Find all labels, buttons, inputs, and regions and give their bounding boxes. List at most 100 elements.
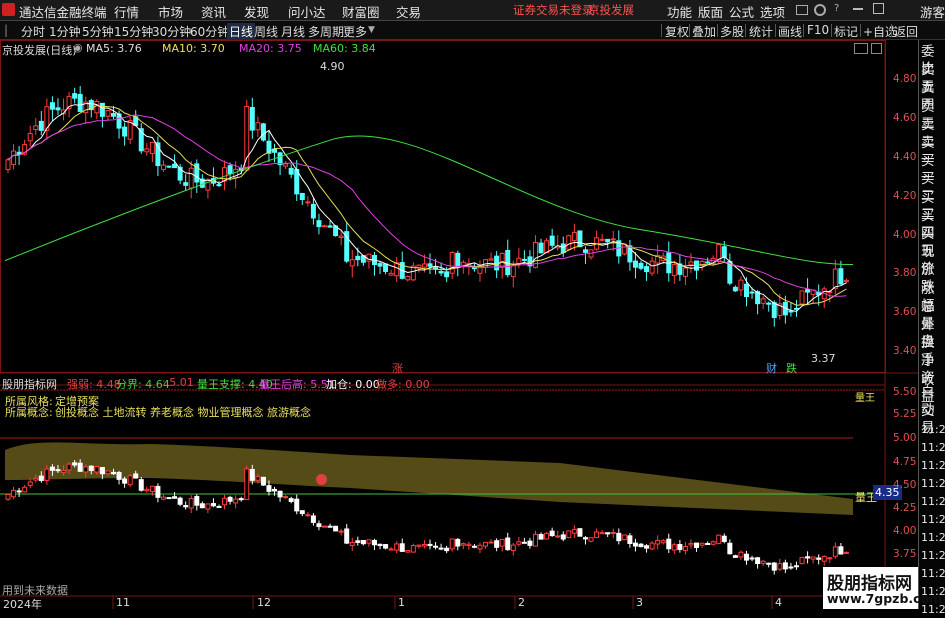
candle-body xyxy=(327,225,333,228)
tick-time: 11:29 xyxy=(921,495,945,508)
candle-body xyxy=(277,152,283,166)
ind-candle-body xyxy=(72,462,78,466)
candle-body xyxy=(322,225,327,228)
period-month[interactable]: 月线 xyxy=(281,23,305,40)
ind-y-tick: 5.00 xyxy=(893,432,917,444)
ind-candle-body xyxy=(416,544,422,547)
period-1min[interactable]: 1分钟 xyxy=(49,23,81,40)
x-label: 2 xyxy=(518,596,525,609)
ind-qiangruo: 强弱: 4.48 xyxy=(67,378,121,391)
ind-candle-body xyxy=(471,545,477,548)
ind-candle-body xyxy=(810,556,816,560)
refresh-icon[interactable] xyxy=(814,4,826,16)
ind-candle-body xyxy=(216,505,222,508)
menu-banmian[interactable]: 版面 xyxy=(698,2,723,21)
ind-candle-body xyxy=(138,479,144,491)
menu-faxian[interactable]: 发现 xyxy=(244,2,269,21)
ind-candle-body xyxy=(299,510,305,515)
ind-candle-body xyxy=(738,551,744,558)
period-day[interactable]: 日线 xyxy=(227,23,256,40)
ind-candle-body xyxy=(749,557,755,560)
expand-icon[interactable] xyxy=(854,43,868,54)
ind-y-tick: 4.50 xyxy=(893,479,917,491)
ind-candle-body xyxy=(155,485,161,498)
period-30min[interactable]: 30分钟 xyxy=(152,23,191,40)
minimize-icon[interactable] xyxy=(853,8,863,10)
candle-body xyxy=(5,159,11,171)
ind-candle-body xyxy=(793,565,799,568)
menu-caifuquan[interactable]: 财富圈 xyxy=(342,2,380,21)
menu-jiaoyi[interactable]: 交易 xyxy=(396,2,421,21)
btn-fuquan[interactable]: 复权 xyxy=(665,23,689,40)
kline-chart[interactable] xyxy=(0,40,918,609)
period-60min[interactable]: 60分钟 xyxy=(190,23,229,40)
period-15min[interactable]: 15分钟 xyxy=(114,23,153,40)
candle-body xyxy=(410,265,416,281)
window-icon[interactable] xyxy=(871,43,882,54)
ind-candle-body xyxy=(521,541,527,544)
menu-hangqing[interactable]: 行情 xyxy=(114,2,139,21)
candle-body xyxy=(72,93,78,99)
ind-candle-body xyxy=(205,503,211,510)
candle-body xyxy=(805,289,811,293)
btn-biaoji[interactable]: 标记 xyxy=(834,23,858,40)
candle-body xyxy=(405,275,411,281)
ind-candle-body xyxy=(210,503,216,507)
ind-candle-body xyxy=(177,497,183,505)
btn-tongji[interactable]: 统计 xyxy=(749,23,773,40)
screen-icon[interactable] xyxy=(796,5,808,15)
menu-shichang[interactable]: 市场 xyxy=(158,2,183,21)
ind-candle-body xyxy=(605,532,611,535)
quote-panel: 委比 卖五 卖四 卖三 卖二 卖一 买一 买二 买三 买四 买五 现价 涨跌 涨幅 总量 外盘 换手 净资 收益 自动… xyxy=(918,40,945,616)
btn-fanhui[interactable]: 返回 xyxy=(894,23,918,40)
candle-body xyxy=(516,257,522,264)
ind-candle-body xyxy=(494,540,500,548)
maximize-icon[interactable] xyxy=(873,3,884,14)
ind-candle-body xyxy=(766,562,772,565)
ind-candle-body xyxy=(371,539,377,546)
candle-body xyxy=(383,263,389,272)
btn-diejia[interactable]: 叠加 xyxy=(692,23,716,40)
toggle-icon[interactable]: ◉ xyxy=(73,41,83,54)
candle-body xyxy=(299,192,305,200)
ind-candle-body xyxy=(183,505,189,508)
menu-gongneng[interactable]: 功能 xyxy=(667,2,692,21)
candle-body xyxy=(832,268,838,290)
candle-body xyxy=(577,230,583,248)
candle-body xyxy=(721,246,727,259)
menu-gongshi[interactable]: 公式 xyxy=(729,2,754,21)
btn-huaxian[interactable]: 画线 xyxy=(778,23,802,40)
period-multi[interactable]: 多周期 xyxy=(308,23,344,40)
ind-candle-body xyxy=(599,532,605,535)
menu-zixun[interactable]: 资讯 xyxy=(201,2,226,21)
ind-y-tick: 5.25 xyxy=(893,408,917,420)
more-dropdown-icon[interactable]: ▼ xyxy=(368,25,375,35)
period-more[interactable]: 更多 xyxy=(343,23,367,40)
candle-body xyxy=(377,263,383,267)
btn-f10[interactable]: F10 xyxy=(807,23,829,37)
marker-zhang: 涨 xyxy=(392,362,403,375)
menu-xuanxiang[interactable]: 选项 xyxy=(760,2,785,21)
menu-wenxiaoda[interactable]: 问小达 xyxy=(288,2,326,21)
ind-candle-body xyxy=(88,465,94,471)
candle-body xyxy=(183,182,189,186)
login-status[interactable]: 证券交易未登录 xyxy=(513,2,594,18)
period-fenshi[interactable]: 分时 xyxy=(21,23,45,40)
ind-candle-body xyxy=(194,496,200,506)
btn-duogu[interactable]: 多股 xyxy=(720,23,744,40)
nav-left-icon[interactable]: | xyxy=(4,23,8,37)
period-5min[interactable]: 5分钟 xyxy=(82,23,114,40)
candle-body xyxy=(732,286,738,292)
help-icon[interactable]: ? xyxy=(834,3,839,14)
ind-candle-body xyxy=(477,544,483,550)
guest-label[interactable]: 游客 xyxy=(920,2,945,21)
x-label: 11 xyxy=(116,596,130,609)
ind-candle-body xyxy=(310,515,316,523)
candle-body xyxy=(488,258,494,261)
ind-candle-body xyxy=(449,538,455,550)
period-week[interactable]: 周线 xyxy=(254,23,278,40)
candle-body xyxy=(94,101,100,114)
ind-candle-body xyxy=(405,549,411,553)
ind-candle-body xyxy=(222,497,228,506)
ind-candle-body xyxy=(694,542,700,548)
